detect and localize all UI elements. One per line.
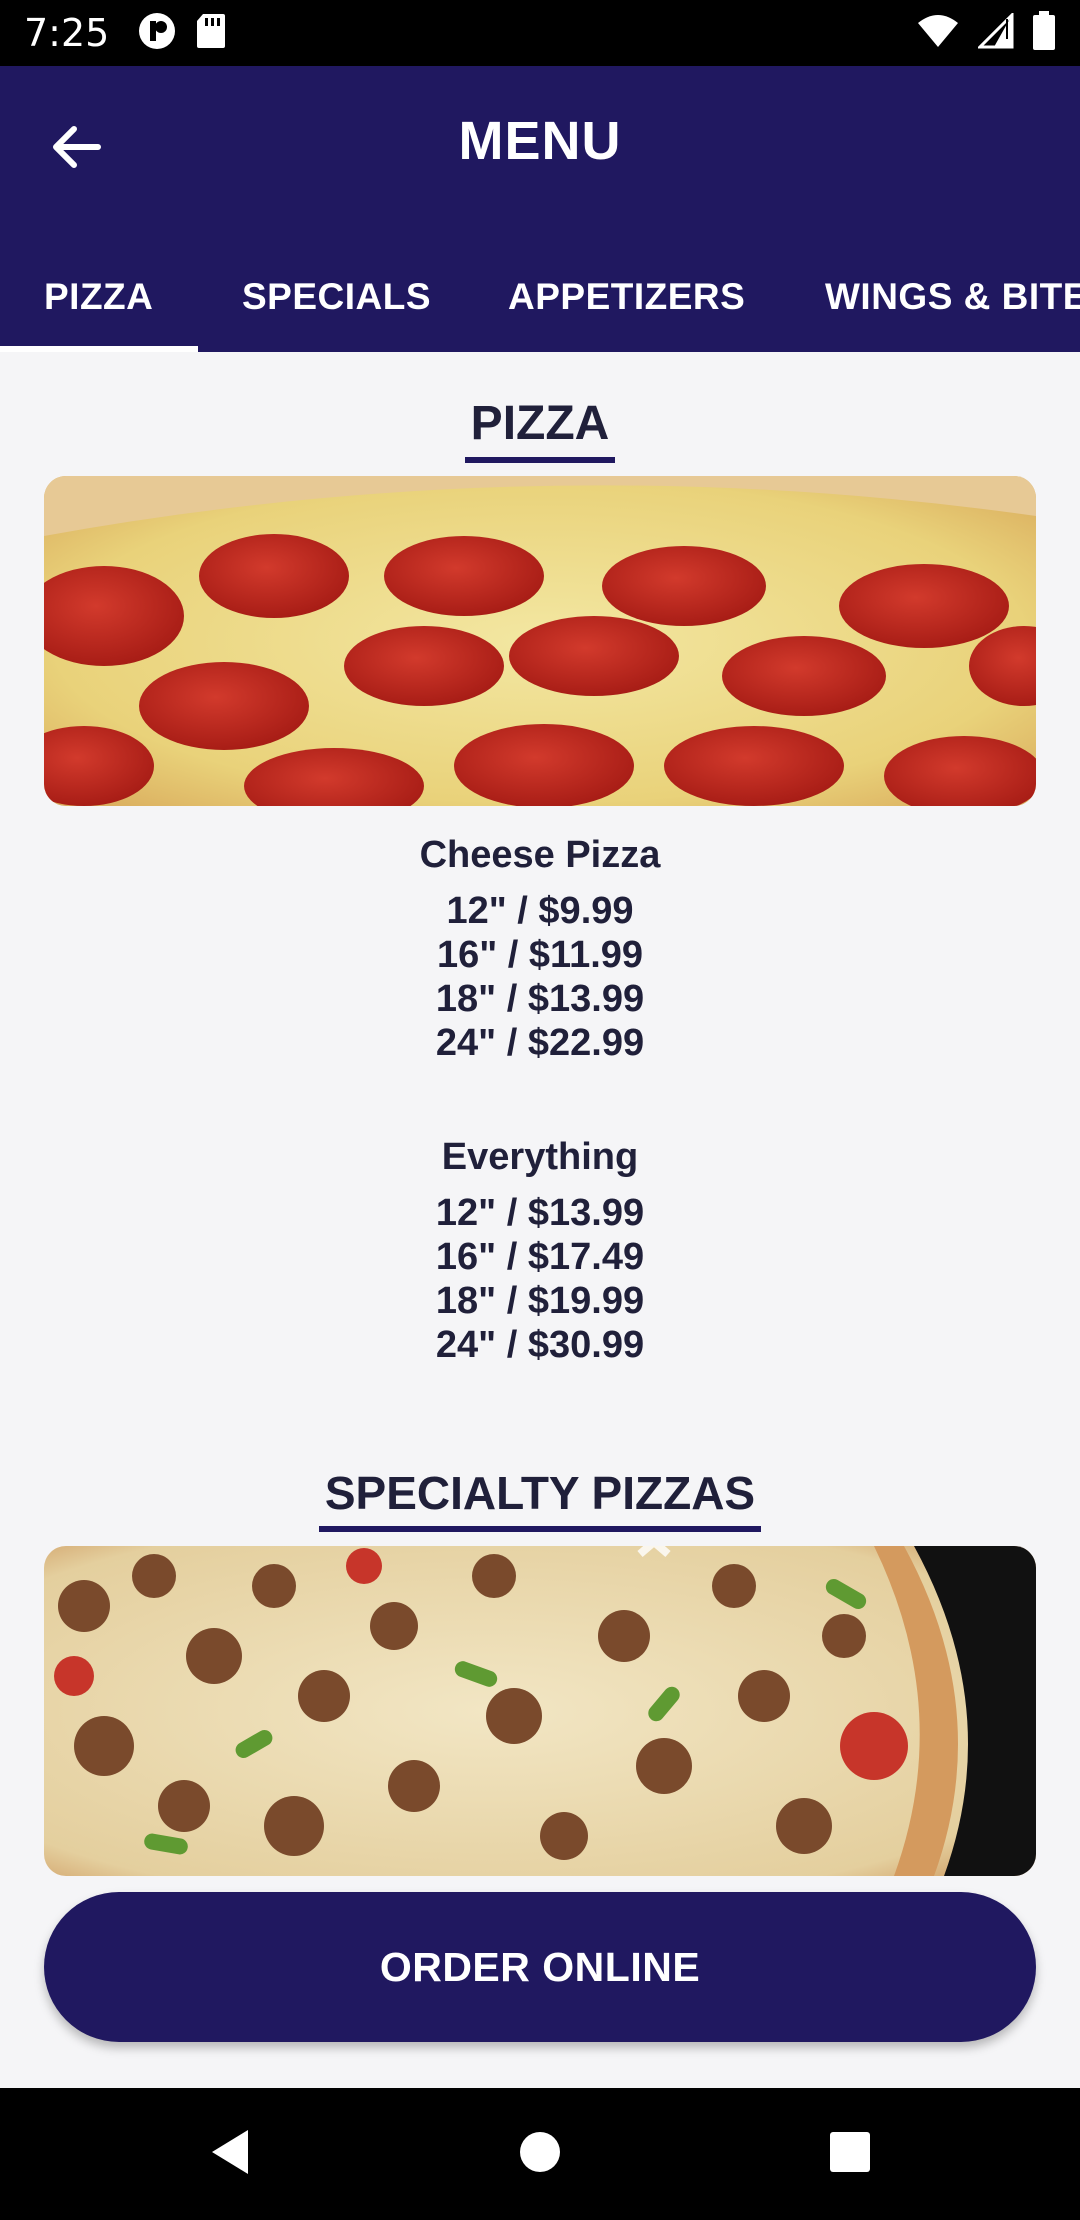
category-tabs: PIZZA SPECIALS APPETIZERS WINGS & BITES bbox=[0, 242, 1080, 352]
price-line: 16" / $11.99 bbox=[436, 934, 644, 976]
page-title: MENU bbox=[458, 111, 622, 171]
app-bar: MENU PIZZA SPECIALS APPETIZERS WINGS & B… bbox=[0, 66, 1080, 352]
specialty-pizza-image bbox=[44, 1546, 1036, 1876]
nav-recents-button[interactable] bbox=[820, 2124, 880, 2184]
tab-wings-bites[interactable]: WINGS & BITES bbox=[825, 242, 1080, 352]
price-line: 18" / $19.99 bbox=[435, 1280, 645, 1322]
section-title-specialty-pizzas: SPECIALTY PIZZAS bbox=[0, 1466, 1080, 1532]
order-online-button[interactable]: ORDER ONLINE bbox=[44, 1892, 1036, 2042]
tab-specials[interactable]: SPECIALS bbox=[242, 242, 431, 352]
status-time: 7:25 bbox=[24, 11, 110, 55]
price-line: 12" / $13.99 bbox=[435, 1192, 645, 1234]
nav-home-button[interactable] bbox=[510, 2124, 570, 2184]
status-bar: 7:25 bbox=[0, 0, 1080, 66]
menu-content[interactable]: PIZZA Cheese Pizza 12" / $9.99 16" / $11… bbox=[0, 352, 1080, 2088]
nav-back-button[interactable] bbox=[200, 2124, 260, 2184]
price-line: 18" / $13.99 bbox=[435, 978, 645, 1020]
tab-pizza[interactable]: PIZZA bbox=[44, 242, 153, 352]
home-circle-icon bbox=[518, 2130, 562, 2179]
tab-appetizers[interactable]: APPETIZERS bbox=[508, 242, 745, 352]
price-line: 24" / $30.99 bbox=[435, 1324, 645, 1366]
wifi-icon bbox=[916, 13, 960, 54]
price-line: 16" / $17.49 bbox=[435, 1236, 645, 1278]
sd-card-icon bbox=[195, 12, 227, 55]
price-line: 24" / $22.99 bbox=[435, 1022, 645, 1064]
section-title-pizza: PIZZA bbox=[0, 396, 1080, 463]
item-name-everything: Everything bbox=[441, 1136, 639, 1178]
price-line: 12" / $9.99 bbox=[446, 890, 634, 932]
pizza-image bbox=[44, 476, 1036, 806]
back-triangle-icon bbox=[208, 2128, 252, 2181]
record-icon bbox=[137, 11, 177, 56]
recents-square-icon bbox=[828, 2130, 872, 2179]
item-name-cheese-pizza: Cheese Pizza bbox=[419, 834, 661, 876]
battery-icon bbox=[1032, 10, 1056, 56]
signal-icon bbox=[976, 10, 1014, 54]
system-nav-bar bbox=[0, 2088, 1080, 2220]
